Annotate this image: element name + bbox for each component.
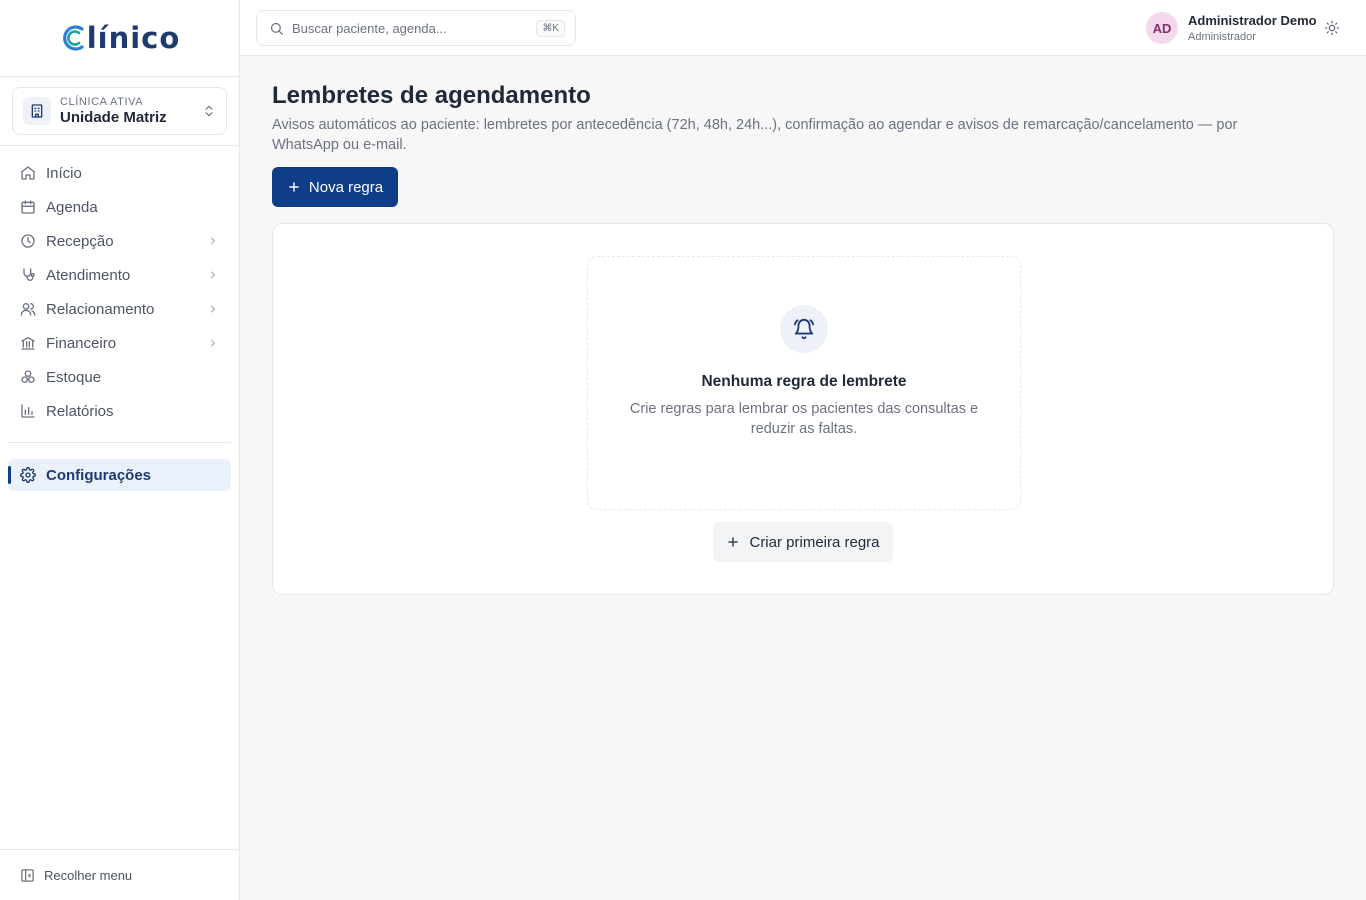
bar-chart-icon	[21, 404, 35, 418]
page-description: Avisos automáticos ao paciente: lembrete…	[272, 117, 1238, 153]
sidebar-item-estoque[interactable]: Estoque	[8, 361, 231, 393]
sidebar-item-label: Financeiro	[46, 334, 117, 352]
logo-c-icon	[62, 25, 84, 51]
sidebar-item-label: Agenda	[46, 198, 98, 216]
empty-state-description: Crie regras para lembrar os pacientes da…	[629, 401, 979, 437]
clinic-switcher[interactable]: CLÍNICA ATIVA Unidade Matriz	[12, 87, 227, 135]
plus-icon	[728, 537, 739, 547]
sidebar-item-relacionamento[interactable]: Relacionamento	[8, 293, 231, 325]
top-header: ⌘K AD Administrador Demo Administrador	[240, 0, 1366, 56]
theme-toggle-button[interactable]	[1320, 16, 1344, 40]
chevron-right-icon	[211, 339, 215, 347]
logo-area: línico	[0, 0, 239, 77]
sidebar-item-label: Relatórios	[46, 402, 114, 420]
calendar-icon	[21, 200, 35, 214]
new-rule-button[interactable]: Nova regra	[272, 167, 398, 207]
search-icon	[270, 22, 283, 35]
sidebar-nav: Início Agenda Recepção Atendimento Relac…	[0, 146, 239, 491]
sidebar-item-label: Recepção	[46, 232, 114, 250]
app-logo[interactable]: línico	[59, 21, 181, 55]
clinic-name: Unidade Matriz	[60, 109, 167, 126]
nav-divider	[8, 442, 231, 443]
user-menu[interactable]: AD Administrador Demo Administrador	[1146, 12, 1317, 44]
main-content: Lembretes de agendamento Avisos automáti…	[272, 82, 1334, 595]
boxes-icon	[21, 370, 35, 383]
gear-icon	[20, 467, 36, 483]
stethoscope-icon	[23, 268, 35, 281]
user-role: Administrador	[1188, 31, 1256, 43]
collapse-menu-button[interactable]: Recolher menu	[0, 849, 239, 900]
search-shortcut-badge: ⌘K	[536, 19, 565, 37]
user-name: Administrador Demo	[1188, 13, 1317, 28]
users-icon	[20, 303, 36, 316]
sidebar-item-label: Estoque	[46, 368, 102, 386]
clock-icon	[21, 234, 35, 248]
create-first-rule-button[interactable]: Criar primeira regra	[713, 522, 893, 562]
sidebar-item-label: Relacionamento	[46, 300, 155, 318]
clinic-section: CLÍNICA ATIVA Unidade Matriz	[0, 77, 239, 146]
sidebar-item-atendimento[interactable]: Atendimento	[8, 259, 231, 291]
sidebar-item-label: Início	[46, 164, 82, 182]
clinic-label: CLÍNICA ATIVA	[60, 96, 144, 108]
new-rule-label: Nova regra	[308, 178, 384, 196]
chevron-right-icon	[211, 305, 215, 313]
logo-text: línico	[86, 21, 181, 55]
home-icon	[21, 166, 35, 180]
sidebar-item-relatorios[interactable]: Relatórios	[8, 395, 231, 427]
building-icon	[23, 97, 51, 125]
chevron-right-icon	[211, 237, 215, 245]
collapse-menu-label: Recolher menu	[44, 867, 133, 883]
create-first-rule-label: Criar primeira regra	[749, 533, 880, 551]
rules-card: Nenhuma regra de lembrete Crie regras pa…	[272, 223, 1334, 595]
empty-state: Nenhuma regra de lembrete Crie regras pa…	[587, 256, 1021, 510]
bell-icon	[780, 305, 828, 353]
sidebar-item-agenda[interactable]: Agenda	[8, 191, 231, 223]
sidebar-item-label: Atendimento	[46, 266, 131, 284]
avatar: AD	[1146, 12, 1178, 44]
chevrons-up-down-icon	[205, 105, 213, 117]
user-texts: Administrador Demo Administrador	[1188, 13, 1317, 43]
search-input[interactable]	[292, 20, 537, 36]
clinic-texts: CLÍNICA ATIVA Unidade Matriz	[60, 96, 202, 126]
sidebar-item-label: Configurações	[46, 466, 152, 484]
page-title: Lembretes de agendamento	[272, 82, 591, 109]
bank-icon	[21, 337, 35, 350]
empty-state-title: Nenhuma regra de lembrete	[701, 373, 907, 390]
sidebar-collapse-icon	[21, 868, 34, 882]
plus-icon	[289, 182, 299, 192]
sidebar-item-financeiro[interactable]: Financeiro	[8, 327, 231, 359]
sidebar-item-inicio[interactable]: Início	[8, 157, 231, 189]
sidebar-item-recepcao[interactable]: Recepção	[8, 225, 231, 257]
chevron-right-icon	[211, 271, 215, 279]
sidebar: línico CLÍNICA ATIVA Unidade Matriz Iníc…	[0, 0, 240, 900]
search-box[interactable]: ⌘K	[256, 10, 576, 46]
sidebar-item-configuracoes[interactable]: Configurações	[8, 459, 231, 491]
sun-icon	[1324, 20, 1340, 36]
